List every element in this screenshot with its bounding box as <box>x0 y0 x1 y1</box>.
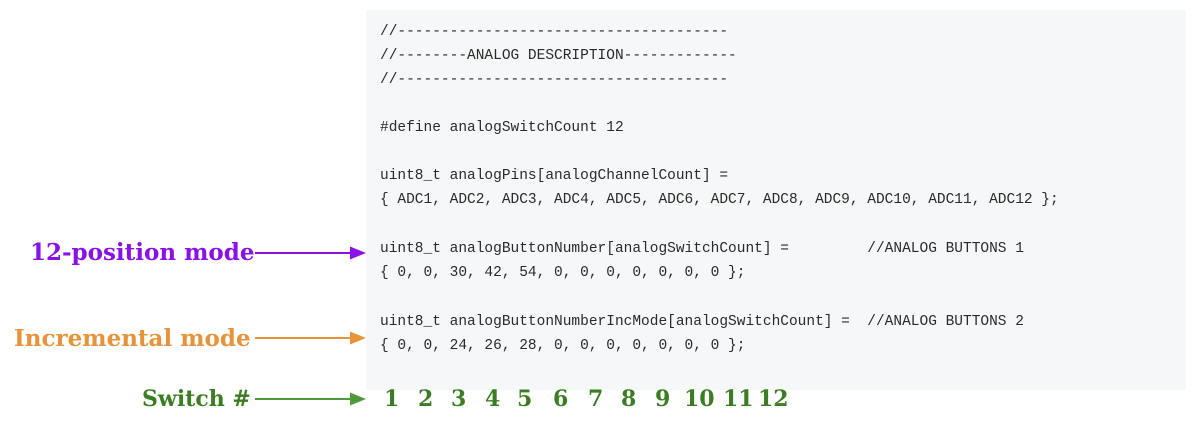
switch-number-7: 7 <box>588 386 604 412</box>
switch-number-3: 3 <box>451 386 467 412</box>
switch-number-9: 9 <box>655 386 671 412</box>
switch-number-1: 1 <box>384 386 400 412</box>
switch-number-5: 5 <box>517 386 533 412</box>
arrow-12-position-mode <box>255 246 366 260</box>
arrow-incremental-mode <box>255 331 366 345</box>
switch-number-6: 6 <box>553 386 569 412</box>
switch-number-2: 2 <box>418 386 434 412</box>
switch-number-11: 11 <box>723 386 754 412</box>
switch-number-12: 12 <box>758 386 789 412</box>
arrows-layer <box>255 246 366 406</box>
switch-number-10: 10 <box>684 386 715 412</box>
arrow-switch-number <box>255 392 366 406</box>
switch-number-4: 4 <box>485 386 501 412</box>
switch-number-8: 8 <box>621 386 637 412</box>
